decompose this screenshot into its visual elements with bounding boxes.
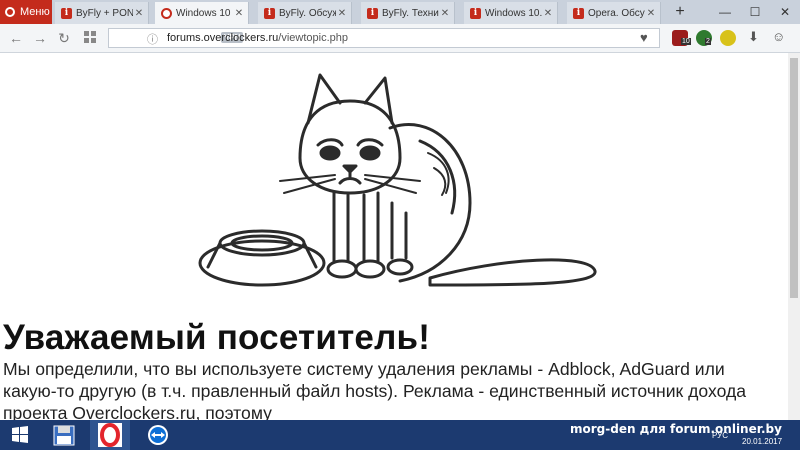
- browser-tab[interactable]: i ByFly. Техниче✕: [361, 2, 455, 24]
- sad-cat-illustration: [198, 73, 597, 287]
- language-indicator[interactable]: РУС: [712, 431, 728, 440]
- watermark-text: morg-den для forum.onliner.by: [570, 422, 782, 436]
- reload-button[interactable]: ↻: [54, 28, 74, 48]
- start-button[interactable]: [0, 420, 40, 450]
- ublock-extension-icon[interactable]: 10: [672, 30, 691, 46]
- close-tab-icon[interactable]: ✕: [542, 8, 554, 19]
- clock-date[interactable]: 20.01.2017: [742, 437, 782, 446]
- opera-menu-button[interactable]: Меню: [0, 0, 52, 24]
- download-icon[interactable]: ⬇: [748, 29, 759, 45]
- page-content: Уважаемый посетитель! Мы определили, что…: [0, 53, 788, 420]
- browser-tab[interactable]: i Opera. Обсужд✕: [567, 2, 661, 24]
- ghostery-badge: 2: [705, 38, 711, 45]
- extension-icon[interactable]: [720, 30, 736, 46]
- taskbar-app-floppy[interactable]: [44, 420, 84, 450]
- close-tab-icon[interactable]: ✕: [233, 8, 245, 19]
- new-tab-button[interactable]: +: [670, 2, 690, 22]
- address-field[interactable]: VPN ⓘ forums.overclockers.ru/viewtopic.p…: [108, 28, 660, 48]
- ublock-badge: 10: [681, 38, 691, 45]
- page-title: Уважаемый посетитель!: [3, 318, 431, 357]
- forward-button[interactable]: →: [30, 28, 50, 48]
- adblock-notice-text: Мы определили, что вы используете систем…: [3, 359, 747, 420]
- close-tab-icon[interactable]: ✕: [439, 8, 451, 19]
- tab-title: ByFly. Техниче: [382, 7, 439, 19]
- opera-favicon-icon: [161, 7, 172, 19]
- back-button[interactable]: ←: [6, 28, 26, 48]
- url-domain: forums.overclockers.ru: [167, 32, 279, 44]
- site-favicon-icon: i: [367, 7, 378, 19]
- speed-dial-button[interactable]: [80, 28, 100, 48]
- opera-logo-icon: [5, 7, 15, 17]
- address-toolbar: ← → ↻ VPN ⓘ forums.overclockers.ru/viewt…: [0, 24, 800, 53]
- teamviewer-icon: [148, 425, 168, 445]
- opera-icon: [98, 423, 122, 447]
- tab-title: ByFly. Обсужд: [279, 7, 336, 19]
- windows-logo-icon: [12, 426, 28, 443]
- bookmark-heart-icon[interactable]: ♥: [640, 30, 648, 45]
- close-tab-icon[interactable]: ✕: [645, 8, 657, 19]
- taskbar-app-opera[interactable]: [90, 420, 130, 450]
- site-favicon-icon: i: [573, 7, 584, 19]
- tab-bar: Меню iByFly + PON-п✕Windows 10 - ✕iByFly…: [0, 0, 800, 24]
- url-text: forums.overclockers.ru/viewtopic.php: [167, 32, 348, 44]
- tab-title: Opera. Обсужд: [588, 7, 645, 19]
- browser-tab[interactable]: i ByFly. Обсужд✕: [258, 2, 352, 24]
- floppy-icon: [53, 425, 75, 446]
- tab-title: ByFly + PON-п: [76, 7, 133, 19]
- taskbar-app-teamviewer[interactable]: [138, 420, 178, 450]
- windows-taskbar: morg-den для forum.onliner.by РУС 20.01.…: [0, 420, 800, 450]
- site-favicon-icon: i: [61, 7, 72, 19]
- menu-label: Меню: [20, 6, 50, 18]
- grid-icon: [84, 31, 96, 43]
- browser-tab[interactable]: i Windows 10. О✕: [464, 2, 558, 24]
- close-tab-icon[interactable]: ✕: [133, 8, 145, 19]
- site-info-icon[interactable]: ⓘ: [147, 31, 158, 47]
- browser-tab[interactable]: Windows 10 - ✕: [155, 2, 249, 24]
- minimize-button[interactable]: —: [710, 0, 740, 24]
- tab-title: Windows 10 -: [176, 7, 233, 19]
- browser-tab[interactable]: i ByFly + PON-п✕: [55, 2, 149, 24]
- url-path: /viewtopic.php: [278, 32, 348, 44]
- maximize-button[interactable]: ☐: [740, 0, 770, 24]
- tab-title: Windows 10. О: [485, 7, 542, 19]
- ghostery-extension-icon[interactable]: 2: [696, 30, 712, 46]
- close-window-button[interactable]: ✕: [770, 0, 800, 24]
- site-favicon-icon: i: [264, 7, 275, 19]
- easy-setup-icon[interactable]: ☺: [772, 29, 785, 44]
- scrollbar-thumb[interactable]: [790, 58, 798, 298]
- vertical-scrollbar[interactable]: [788, 53, 800, 420]
- site-favicon-icon: i: [470, 7, 481, 19]
- close-tab-icon[interactable]: ✕: [336, 8, 348, 19]
